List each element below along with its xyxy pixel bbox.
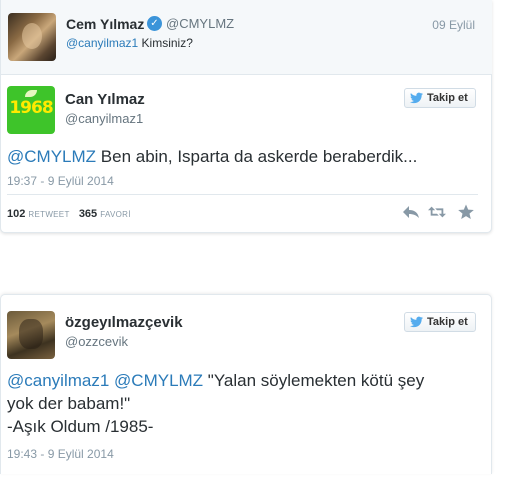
tweet-mention-link-1[interactable]: @canyilmaz1 [7, 371, 109, 390]
tweet-mention-link-2[interactable]: @CMYLMZ [114, 371, 203, 390]
parent-mention-link[interactable]: @canyilmaz1 [66, 36, 138, 50]
tweet-stats: 102 RETWEET 365 FAVORİ [7, 208, 131, 220]
avatar-logo-text: 1968 [9, 98, 53, 118]
follow-button[interactable]: Takip et [404, 88, 476, 108]
parent-tweet[interactable]: Cem Yılmaz ✓ @CMYLMZ 09 Eylül @canyilmaz… [1, 0, 492, 75]
tweet-text-2: @canyilmaz1 @CMYLMZ "Yalan söylemekten k… [7, 369, 424, 438]
favorite-star-icon[interactable] [457, 204, 475, 220]
author-avatar[interactable]: 1968 [7, 86, 55, 134]
author-name[interactable]: Can Yılmaz [65, 91, 145, 108]
tweet-text-line-2: yok der babam!" [7, 394, 131, 413]
tweet-timestamp[interactable]: 19:37 - 9 Eylül 2014 [7, 174, 114, 188]
verified-badge-icon: ✓ [147, 16, 162, 31]
parent-author-handle[interactable]: @CMYLMZ [166, 16, 234, 31]
tweet-text-line-3: -Aşık Oldum /1985- [7, 417, 154, 436]
avatar-leaf-shape [25, 90, 37, 97]
tweet-text-body: Ben abin, Isparta da askerde beraberdik.… [96, 147, 418, 166]
author-avatar-2[interactable] [7, 311, 55, 359]
twitter-bird-icon [410, 92, 423, 104]
follow-button-label-2: Takip et [427, 316, 468, 328]
parent-author-name[interactable]: Cem Yılmaz [66, 16, 144, 32]
parent-avatar[interactable] [8, 13, 56, 61]
retweet-icon[interactable] [428, 204, 446, 220]
follow-button-label: Takip et [427, 92, 468, 104]
twitter-bird-icon [410, 316, 423, 328]
parent-text: @canyilmaz1 Kimsiniz? [66, 36, 193, 50]
tweet-text-line-1: @canyilmaz1 @CMYLMZ "Yalan söylemekten k… [7, 369, 424, 392]
favorite-count: 365 [78, 208, 98, 220]
author-handle-2[interactable]: @ozzcevik [65, 334, 128, 349]
reply-icon[interactable] [402, 204, 420, 220]
parent-date[interactable]: 09 Eylül [432, 18, 475, 32]
tweet-text: @CMYLMZ Ben abin, Isparta da askerde ber… [7, 145, 417, 168]
author-handle[interactable]: @canyilmaz1 [65, 111, 143, 126]
favorite-stat[interactable]: 365 FAVORİ [79, 208, 131, 220]
retweet-label: RETWEET [28, 210, 70, 219]
follow-button-2[interactable]: Takip et [404, 312, 476, 332]
parent-text-body: Kimsiniz? [138, 36, 193, 50]
favorite-label: FAVORİ [100, 210, 131, 219]
author-name-2[interactable]: özgeyılmazçevik [65, 314, 183, 331]
divider [7, 194, 478, 195]
tweet-timestamp-2[interactable]: 19:43 - 9 Eylül 2014 [7, 447, 114, 461]
tweet-text-body-1: "Yalan söylemekten kötü şey [203, 371, 425, 390]
retweet-stat[interactable]: 102 RETWEET [7, 208, 70, 220]
retweet-count: 102 [7, 208, 26, 220]
tweet-mention-link[interactable]: @CMYLMZ [7, 147, 96, 166]
